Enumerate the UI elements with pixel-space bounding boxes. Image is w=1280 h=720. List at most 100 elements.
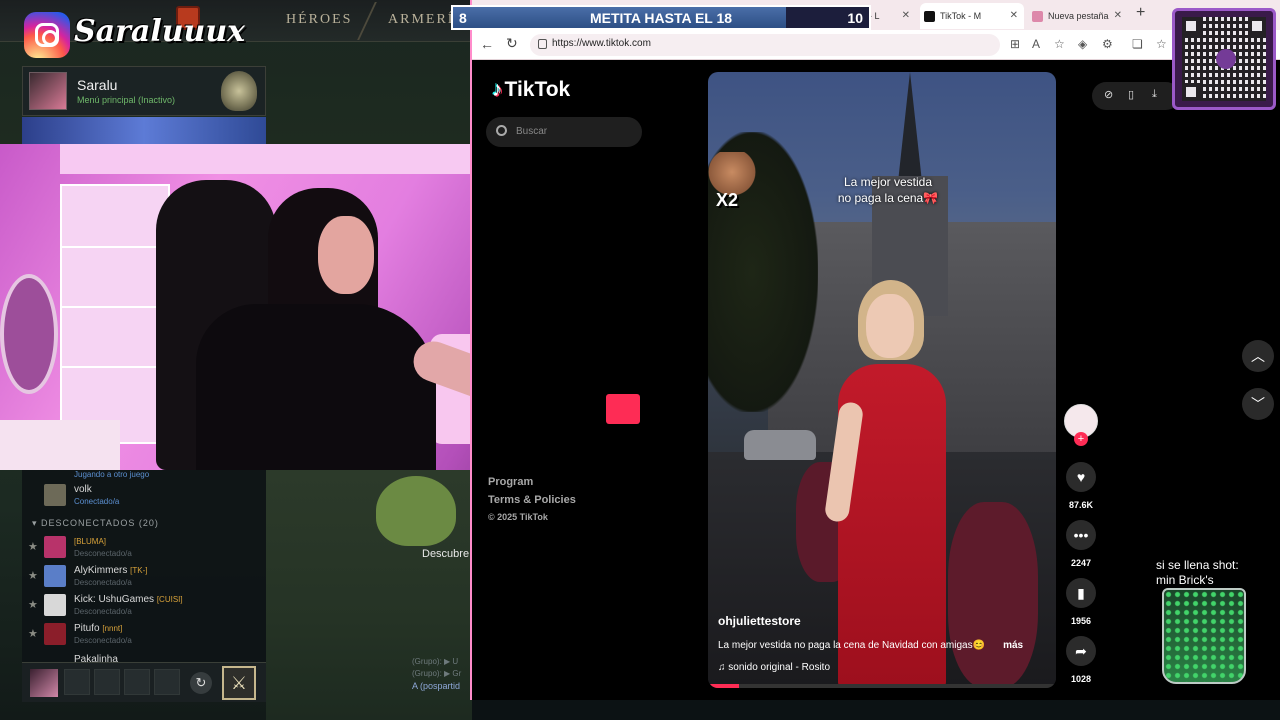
streamer-body	[196, 304, 436, 470]
address-bar: ← ↻ https://www.tiktok.com ⊞ A ☆ ◈ ⚙ ❏ ☆	[472, 30, 1280, 60]
back-icon[interactable]: ←	[480, 36, 494, 52]
caption-line: La mejor vestida	[843, 175, 933, 189]
tiktok-logo[interactable]: ♪TikTok	[492, 78, 570, 102]
webcam-fan	[0, 274, 58, 394]
qr-eye	[1248, 17, 1266, 35]
compass-icon[interactable]: ⊘	[1104, 88, 1113, 101]
tiktok-note-icon: ♪	[492, 78, 503, 101]
rank-medal-icon[interactable]	[221, 71, 257, 111]
read-aloud-icon[interactable]: A	[1032, 37, 1040, 51]
close-icon[interactable]: ✕	[1010, 3, 1018, 29]
profile-card[interactable]: Saralu Menú principal (Inactivo)	[22, 66, 266, 116]
follow-plus-icon[interactable]: +	[1074, 432, 1088, 446]
collections-icon[interactable]: ❏	[1132, 37, 1143, 51]
footer-link-terms[interactable]: Terms & Policies	[488, 494, 576, 506]
favorites-icon[interactable]: ☆	[1156, 37, 1167, 51]
login-button[interactable]	[606, 394, 640, 424]
browser-tab-active[interactable]: TikTok - M ✕	[920, 3, 1024, 29]
url-text: https://www.tiktok.com	[552, 38, 651, 49]
device-icon[interactable]: ▯	[1128, 88, 1134, 101]
tiktok-page: ♪TikTok Buscar Program Terms & Policies …	[472, 60, 1280, 700]
tiktok-toolbar: ⊘ ▯ ⤓	[1092, 82, 1180, 110]
video-sound[interactable]: ♫ sonido original - Rosito	[718, 662, 830, 673]
comment-icon[interactable]: •••	[1066, 520, 1096, 550]
url-input[interactable]: https://www.tiktok.com	[530, 34, 1000, 56]
shot-jar	[1162, 588, 1246, 684]
nav-divider	[357, 2, 377, 40]
friend-avatar	[44, 484, 66, 506]
refresh-icon[interactable]: ↻	[190, 672, 212, 694]
party-slot[interactable]	[124, 669, 150, 695]
favorite-star-icon[interactable]: ☆	[1054, 37, 1065, 51]
tiktok-logo-text: TikTok	[504, 78, 571, 101]
video-username[interactable]: ohjuliettestore	[718, 614, 801, 628]
offline-header[interactable]: ▾ DESCONECTADOS (20)	[32, 518, 159, 529]
tab-favicon	[1032, 11, 1043, 22]
shot-goal-text: si se llena shot: min Brick's	[1156, 558, 1239, 588]
star-icon[interactable]: ★	[28, 627, 38, 640]
friend-name: Pitufo [nnnt]	[74, 623, 123, 634]
video-player[interactable]: X2 La mejor vestida no paga la cena🎀 ohj…	[708, 72, 1056, 688]
stream-screen: HÉROES ARMERÍA Saraluuux Saralu Menú pri…	[0, 0, 1280, 720]
party-avatar[interactable]	[30, 669, 58, 697]
chat-line: (Grupo): ▶ U	[412, 657, 459, 666]
star-icon[interactable]: ★	[28, 569, 38, 582]
friend-row[interactable]: ★ Pitufo [nnnt] Desconectado/a	[22, 621, 266, 649]
video-face	[866, 294, 914, 358]
party-slot[interactable]	[94, 669, 120, 695]
save-count: 1956	[1070, 616, 1092, 626]
search-input[interactable]: Buscar	[486, 117, 642, 147]
avatar[interactable]	[29, 72, 67, 110]
reload-icon[interactable]: ↻	[506, 35, 518, 52]
extensions-icon[interactable]: ⚙	[1102, 37, 1113, 51]
friend-row[interactable]: ★ [BLUMA] Desconectado/a	[22, 534, 266, 562]
friend-avatar	[44, 594, 66, 616]
party-chat: (Grupo): ▶ U (Grupo): ▶ Gr A (pospartid	[412, 656, 472, 692]
tab-title: Nueva pestaña	[1048, 11, 1109, 21]
next-video-button[interactable]: ﹀	[1242, 388, 1274, 420]
party-slot[interactable]	[154, 669, 180, 695]
extension-icon[interactable]: ◈	[1078, 37, 1087, 51]
friend-avatar	[44, 623, 66, 645]
qr-code	[1172, 8, 1276, 110]
footer-link-program[interactable]: Program	[488, 476, 576, 488]
friend-row[interactable]: volk Conectado/a	[22, 482, 266, 510]
streamer-face	[318, 216, 374, 294]
instagram-handle: Saraluuux	[74, 14, 246, 49]
close-icon[interactable]: ✕	[1114, 3, 1122, 29]
download-icon[interactable]: ⤓	[1152, 88, 1157, 101]
video-car	[744, 430, 816, 460]
previous-video-button[interactable]: ︿	[1242, 340, 1274, 372]
star-icon[interactable]: ★	[28, 598, 38, 611]
webcam-desk	[0, 420, 120, 470]
lock-icon[interactable]	[538, 39, 547, 49]
friend-tag: [nnnt]	[102, 624, 123, 633]
instagram-icon	[24, 12, 70, 58]
star-icon[interactable]: ★	[28, 540, 38, 553]
qr-pattern	[1182, 17, 1266, 101]
share-icon[interactable]: ➦	[1066, 636, 1096, 666]
battle-icon[interactable]: ⚔	[222, 666, 256, 700]
nav-heroes[interactable]: HÉROES	[286, 12, 352, 28]
apps-icon[interactable]: ⊞	[1010, 37, 1020, 51]
video-description-text: La mejor vestida no paga la cena de Navi…	[718, 640, 986, 651]
copyright: © 2025 TikTok	[488, 512, 548, 522]
browser-tab[interactable]: Nueva pestaña ✕	[1028, 3, 1128, 29]
tiktok-footer: Program Terms & Policies © 2025 TikTok	[488, 476, 576, 528]
video-spire	[898, 72, 922, 182]
bookmark-icon[interactable]: ▮	[1066, 578, 1096, 608]
friend-row[interactable]: ★ AlyKimmers [TK-] Desconectado/a	[22, 563, 266, 591]
friend-row[interactable]: ★ Kick: UshuGames [CUISI] Desconectado/a	[22, 592, 266, 620]
offline-header-label: DESCONECTADOS (20)	[41, 518, 159, 528]
more-button[interactable]: más	[1003, 640, 1023, 651]
like-count: 87.6K	[1068, 500, 1094, 510]
party-slot[interactable]	[64, 669, 90, 695]
heart-icon[interactable]: ♥	[1066, 462, 1096, 492]
music-note-icon: ♫	[718, 662, 729, 673]
search-icon	[496, 125, 507, 136]
new-tab-icon[interactable]: +	[1136, 4, 1145, 22]
friend-status: Conectado/a	[74, 497, 120, 506]
close-icon[interactable]: ✕	[902, 3, 910, 29]
video-progress-bar[interactable]	[708, 684, 1056, 688]
hero-art	[376, 476, 456, 546]
